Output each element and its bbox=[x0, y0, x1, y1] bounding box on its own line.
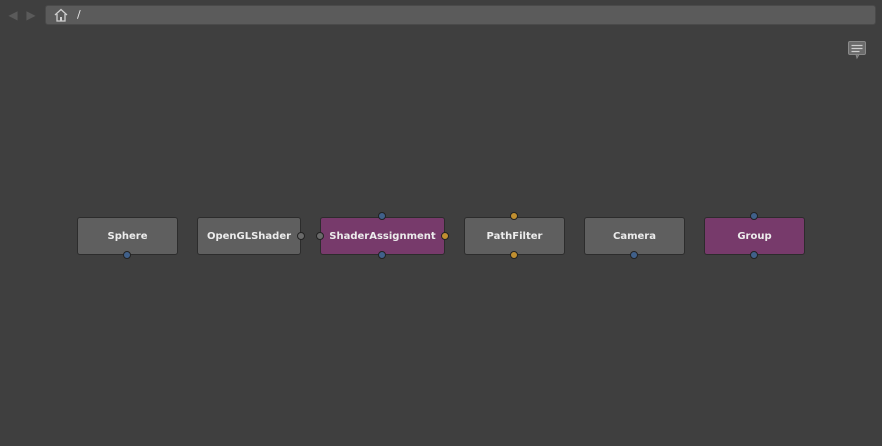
plug-pathfilter-out[interactable] bbox=[510, 251, 518, 259]
node-camera[interactable]: Camera bbox=[584, 217, 685, 255]
toolbar: ◀ ▶ / bbox=[0, 0, 882, 30]
path-bar[interactable]: / bbox=[45, 5, 876, 25]
plug-openglshader-out[interactable] bbox=[297, 232, 305, 240]
plug-shaderassignment-filter-in[interactable] bbox=[441, 232, 449, 240]
node-pathfilter[interactable]: PathFilter bbox=[464, 217, 565, 255]
node-openglshader[interactable]: OpenGLShader bbox=[197, 217, 301, 255]
node-group[interactable]: Group bbox=[704, 217, 805, 255]
back-arrow-icon[interactable]: ◀ bbox=[6, 8, 20, 22]
home-icon[interactable] bbox=[53, 7, 69, 23]
plug-shaderassignment-out[interactable] bbox=[378, 251, 386, 259]
plug-shaderassignment-shader-in[interactable] bbox=[316, 232, 324, 240]
path-text: / bbox=[77, 8, 81, 21]
plug-pathfilter-in[interactable] bbox=[510, 212, 518, 220]
node-label: ShaderAssignment bbox=[329, 230, 436, 242]
node-label: Camera bbox=[613, 230, 656, 242]
forward-arrow-icon[interactable]: ▶ bbox=[24, 8, 38, 22]
plug-group-in[interactable] bbox=[750, 212, 758, 220]
node-shaderassignment[interactable]: ShaderAssignment bbox=[320, 217, 445, 255]
node-sphere[interactable]: Sphere bbox=[77, 217, 178, 255]
plug-camera-out[interactable] bbox=[630, 251, 638, 259]
plug-group-out[interactable] bbox=[750, 251, 758, 259]
plug-shaderassignment-in[interactable] bbox=[378, 212, 386, 220]
node-label: Group bbox=[737, 230, 772, 242]
node-label: Sphere bbox=[107, 230, 148, 242]
node-label: OpenGLShader bbox=[206, 230, 292, 242]
node-label: PathFilter bbox=[486, 230, 543, 242]
plug-sphere-out[interactable] bbox=[123, 251, 131, 259]
comment-icon[interactable] bbox=[847, 40, 867, 60]
